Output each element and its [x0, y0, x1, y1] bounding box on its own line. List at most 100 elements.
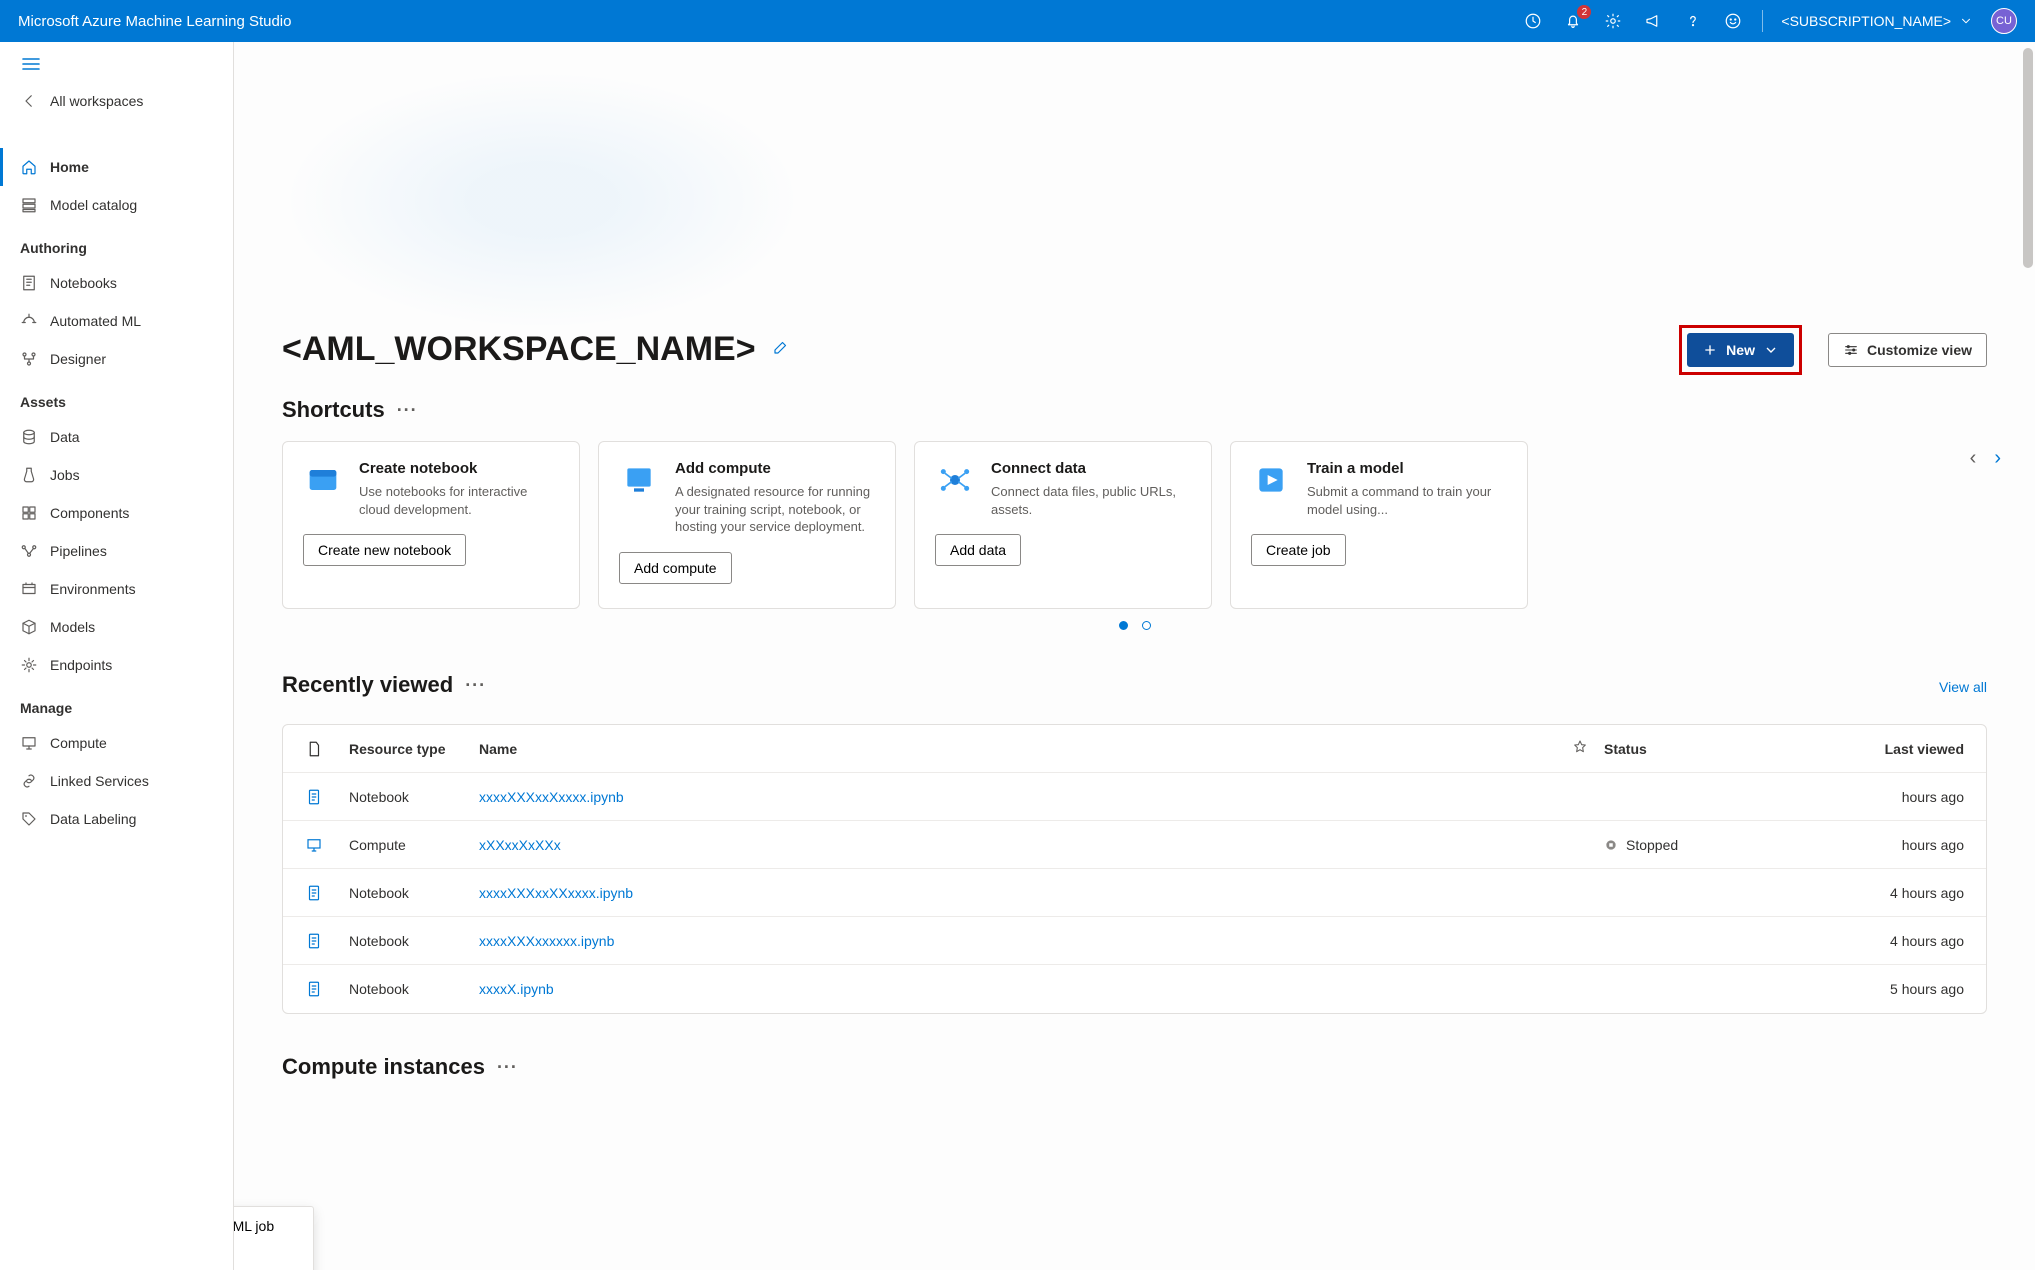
sidebar-item-label: Data Labeling: [50, 811, 136, 827]
col-name[interactable]: Name: [479, 741, 1556, 757]
sidebar-item-label: Environments: [50, 581, 136, 597]
clock-icon[interactable]: [1522, 10, 1544, 32]
new-dropdown-item-component[interactable]: Component: [234, 1245, 313, 1270]
sidebar-section-assets: Assets: [0, 378, 233, 418]
topbar-divider: [1762, 10, 1763, 32]
compute-instances-more-icon[interactable]: ···: [497, 1057, 518, 1078]
shortcut-card-title: Train a model: [1307, 460, 1507, 477]
recent-row[interactable]: Compute xXXxxXxXXx Stopped hours ago: [283, 821, 1986, 869]
shortcut-card-title: Add compute: [675, 460, 875, 477]
recent-type: Compute: [349, 837, 479, 853]
recent-view-all[interactable]: View all: [1939, 679, 1987, 695]
shortcut-card-icon: [1251, 460, 1291, 500]
recent-name-link[interactable]: xxxxXXXxxxxxx.ipynb: [479, 933, 1556, 949]
shortcut-card-title: Connect data: [991, 460, 1191, 477]
sidebar-item-notebooks[interactable]: Notebooks: [0, 264, 233, 302]
jobs-icon: [20, 466, 38, 484]
help-icon[interactable]: [1682, 10, 1704, 32]
sidebar-back-label: All workspaces: [50, 93, 143, 109]
shortcuts-row: Create notebook Use notebooks for intera…: [282, 441, 1987, 609]
sidebar-item-pipelines[interactable]: Pipelines: [0, 532, 233, 570]
feedback-icon[interactable]: [1722, 10, 1744, 32]
recent-row[interactable]: Notebook xxxxXXXxxxxxx.ipynb 4 hours ago: [283, 917, 1986, 965]
shortcut-card-desc: Use notebooks for interactive cloud deve…: [359, 483, 559, 518]
customize-view-label: Customize view: [1867, 342, 1972, 358]
recent-type: Notebook: [349, 981, 479, 997]
sidebar-collapse-toggle[interactable]: [0, 51, 233, 82]
shortcut-card-0[interactable]: Create notebook Use notebooks for intera…: [282, 441, 580, 609]
notifications-badge: 2: [1577, 5, 1591, 19]
topbar: Microsoft Azure Machine Learning Studio …: [0, 0, 2035, 42]
sidebar-item-endpoints[interactable]: Endpoints: [0, 646, 233, 684]
col-favorite[interactable]: [1556, 739, 1604, 758]
recent-status-text: Stopped: [1626, 837, 1678, 853]
shortcuts-pager: [282, 621, 1987, 630]
sidebar-item-environments[interactable]: Environments: [0, 570, 233, 608]
sidebar-item-home[interactable]: Home: [0, 148, 233, 186]
sidebar-item-model-catalog[interactable]: Model catalog: [0, 186, 233, 224]
recent-name-link[interactable]: xxxxX.ipynb: [479, 981, 1556, 997]
sidebar-item-linked-services[interactable]: Linked Services: [0, 762, 233, 800]
sidebar-item-label: Designer: [50, 351, 106, 367]
notebooks-icon: [20, 274, 38, 292]
shortcuts-more-icon[interactable]: ···: [397, 400, 418, 421]
designer-icon: [20, 350, 38, 368]
content-scroll[interactable]: <AML_WORKSPACE_NAME> New Customize view: [234, 42, 2035, 1270]
sidebar-item-label: Automated ML: [50, 313, 141, 329]
sidebar-item-jobs[interactable]: Jobs: [0, 456, 233, 494]
sidebar-item-designer[interactable]: Designer: [0, 340, 233, 378]
col-status[interactable]: Status: [1604, 741, 1834, 757]
notifications-icon[interactable]: 2: [1562, 10, 1584, 32]
edit-title-icon[interactable]: [772, 338, 790, 361]
recent-kind-icon: [305, 980, 349, 998]
recent-name-link[interactable]: xxxxXXXxxXxxxx.ipynb: [479, 789, 1556, 805]
sidebar-item-label: Pipelines: [50, 543, 107, 559]
megaphone-icon[interactable]: [1642, 10, 1664, 32]
sidebar-item-components[interactable]: Components: [0, 494, 233, 532]
avatar[interactable]: CU: [1991, 8, 2017, 34]
shortcut-card-cta[interactable]: Add compute: [619, 552, 732, 584]
model-catalog-icon: [20, 196, 38, 214]
recent-row[interactable]: Notebook xxxxXXXxxXXxxxx.ipynb 4 hours a…: [283, 869, 1986, 917]
sidebar-item-models[interactable]: Models: [0, 608, 233, 646]
shortcut-card-cta[interactable]: Create job: [1251, 534, 1346, 566]
subscription-picker[interactable]: <SUBSCRIPTION_NAME>: [1781, 13, 1973, 29]
col-viewed[interactable]: Last viewed: [1834, 741, 1964, 757]
new-dropdown-item-automated-ml-job[interactable]: Automated ML job: [234, 1207, 313, 1245]
subscription-name: <SUBSCRIPTION_NAME>: [1781, 13, 1951, 29]
shortcuts-prev-icon[interactable]: ‹: [1970, 447, 1977, 470]
recent-viewed: hours ago: [1834, 789, 1964, 805]
new-button[interactable]: New: [1687, 333, 1794, 367]
col-type[interactable]: Resource type: [349, 741, 479, 757]
app-title: Microsoft Azure Machine Learning Studio: [18, 13, 291, 30]
sidebar-item-data-labeling[interactable]: Data Labeling: [0, 800, 233, 838]
recent-name-link[interactable]: xXXxxXxXXx: [479, 837, 1556, 853]
pager-dot-1[interactable]: [1119, 621, 1128, 630]
recent-row[interactable]: Notebook xxxxXXXxxXxxxx.ipynb hours ago: [283, 773, 1986, 821]
automated-ml-icon: [20, 312, 38, 330]
sidebar-item-label: Models: [50, 619, 95, 635]
recent-row[interactable]: Notebook xxxxX.ipynb 5 hours ago: [283, 965, 1986, 1013]
sidebar: All workspaces HomeModel catalog Authori…: [0, 42, 234, 1270]
new-dropdown: Automated ML jobComponentCompute cluster…: [234, 1206, 314, 1270]
pager-dot-2[interactable]: [1142, 621, 1151, 630]
recent-more-icon[interactable]: ···: [465, 675, 486, 696]
settings-icon[interactable]: [1602, 10, 1624, 32]
page-header: <AML_WORKSPACE_NAME> New Customize view: [282, 330, 1987, 369]
customize-view-button[interactable]: Customize view: [1828, 333, 1987, 367]
environments-icon: [20, 580, 38, 598]
new-button-label: New: [1726, 342, 1755, 358]
shortcut-card-1[interactable]: Add compute A designated resource for ru…: [598, 441, 896, 609]
shortcut-card-2[interactable]: Connect data Connect data files, public …: [914, 441, 1212, 609]
shortcut-card-cta[interactable]: Create new notebook: [303, 534, 466, 566]
sidebar-back-all-workspaces[interactable]: All workspaces: [0, 82, 233, 120]
sidebar-section-manage: Manage: [0, 684, 233, 724]
recent-name-link[interactable]: xxxxXXXxxXXxxxx.ipynb: [479, 885, 1556, 901]
sidebar-item-automated-ml[interactable]: Automated ML: [0, 302, 233, 340]
sidebar-item-compute[interactable]: Compute: [0, 724, 233, 762]
shortcut-card-3[interactable]: Train a model Submit a command to train …: [1230, 441, 1528, 609]
sidebar-item-data[interactable]: Data: [0, 418, 233, 456]
shortcut-card-cta[interactable]: Add data: [935, 534, 1021, 566]
shortcuts-next-icon[interactable]: ›: [1994, 447, 2001, 470]
recent-type: Notebook: [349, 885, 479, 901]
